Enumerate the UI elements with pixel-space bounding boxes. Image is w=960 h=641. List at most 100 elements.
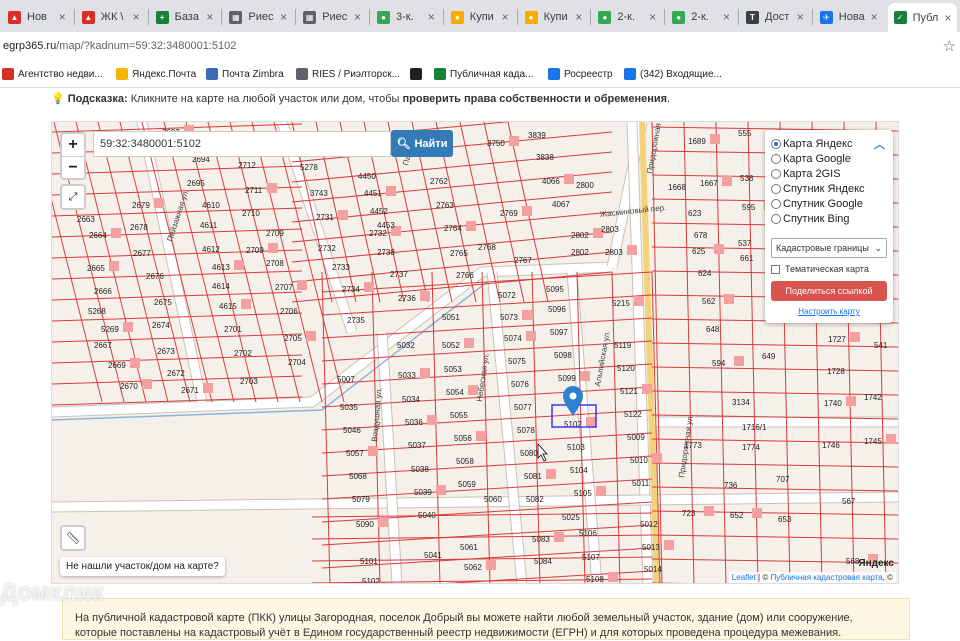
layer-option[interactable]: Карта Яндекс [771, 136, 887, 151]
building [522, 310, 532, 320]
radio-button[interactable] [771, 213, 781, 224]
layer-option[interactable]: Спутник Яндекс [771, 181, 887, 196]
radio-button[interactable] [771, 198, 781, 209]
browser-tab[interactable]: + База × [150, 4, 220, 30]
configure-map-link[interactable]: Настроить карту [771, 307, 887, 316]
radio-button[interactable] [771, 153, 781, 164]
bookmark-item[interactable]: Яндекс.Почта [116, 68, 196, 80]
close-tab-icon[interactable]: × [723, 10, 730, 24]
tab-title: 2-к. [617, 11, 636, 23]
zoom-out-button[interactable]: − [62, 156, 84, 178]
parcel-number: 2712 [238, 161, 256, 170]
parcel-number: 5102 [362, 577, 380, 584]
parcel-number: 4451 [364, 189, 382, 198]
parcel-number: 1667 [700, 179, 718, 188]
bookmark-star-icon[interactable]: ☆ [943, 37, 956, 55]
close-tab-icon[interactable]: × [59, 10, 66, 24]
bookmark-item[interactable]: Росреестр [548, 68, 613, 80]
bookmark-item[interactable]: RIES / Риэлторск... [296, 68, 400, 80]
browser-tab[interactable]: ✓ Публ × [887, 3, 958, 32]
chevron-up-icon[interactable]: ︿ [874, 136, 885, 152]
bookmark-item[interactable]: (342) Входящие... [624, 68, 722, 80]
parcel-number: 2695 [187, 179, 205, 188]
browser-tab[interactable]: ● 2-к. × [666, 4, 736, 30]
parcel-number: 5268 [88, 307, 106, 316]
parcel-number: 5084 [534, 557, 552, 566]
tab-separator [516, 9, 518, 25]
close-tab-icon[interactable]: × [797, 10, 804, 24]
share-link-button[interactable]: Поделиться ссылкой [771, 281, 887, 301]
tab-separator [295, 9, 297, 25]
close-tab-icon[interactable]: × [133, 10, 140, 24]
thematic-map-checkbox[interactable]: Тематическая карта [771, 264, 887, 274]
parcel-number: 2736 [398, 294, 416, 303]
layer-label: Карта Google [783, 152, 851, 165]
close-tab-icon[interactable]: × [575, 10, 582, 24]
bookmark-item[interactable]: Почта Zimbra [206, 68, 284, 80]
layer-option[interactable]: Спутник Bing [771, 211, 887, 226]
parcel-number: 1668 [668, 183, 686, 192]
not-found-button[interactable]: Не нашли участок/дом на карте? [60, 557, 225, 576]
fullscreen-icon[interactable]: ⤢ [60, 184, 86, 210]
parcel-number: 3743 [310, 189, 328, 198]
close-tab-icon[interactable]: × [280, 10, 287, 24]
radio-button[interactable] [771, 138, 781, 149]
url-text[interactable]: egrp365.ru/map/?kadnum=59:32:3480001:510… [3, 40, 236, 52]
bookmark-favicon-icon [624, 68, 636, 80]
close-tab-icon[interactable]: × [649, 10, 656, 24]
bookmark-label: Яндекс.Почта [132, 68, 197, 80]
browser-tab[interactable]: ▦ Риес × [297, 4, 367, 30]
cadastral-map[interactable]: 2693269526942679461027122711271027092709… [51, 121, 899, 584]
map-attribution: Leaflet | © Публичная кадастровая карта,… [728, 572, 896, 583]
search-button[interactable]: 🔍︎ Найти [391, 130, 453, 157]
checkbox-box[interactable] [771, 264, 780, 274]
parcel-number: 1746 [822, 441, 840, 450]
browser-tab[interactable]: ● 3-к. × [371, 4, 441, 30]
pkk-link[interactable]: Публичная кадастровая карта [770, 573, 882, 582]
browser-tab[interactable]: T Дост × [740, 4, 810, 30]
radio-button[interactable] [771, 183, 781, 194]
info-box: На публичной кадастровой карте (ПКК) ули… [62, 598, 910, 640]
tab-title: Публ [912, 11, 939, 24]
close-tab-icon[interactable]: × [206, 10, 213, 24]
parcel-number: 2800 [576, 181, 594, 190]
ruler-icon[interactable]: 📏︎ [60, 525, 86, 551]
browser-tab[interactable]: ● 2-к. × [592, 4, 662, 30]
leaflet-link[interactable]: Leaflet [732, 573, 756, 582]
browser-tab[interactable]: ▲ Нов × [2, 4, 72, 30]
cadastral-search-input[interactable]: 59:32:3480001:5102 [93, 131, 391, 157]
close-tab-icon[interactable]: × [944, 11, 951, 25]
browser-tab[interactable]: ▦ Риес × [223, 4, 293, 30]
browser-tab[interactable]: ● Купи × [519, 4, 589, 30]
building [627, 245, 637, 255]
bookmark-item[interactable]: Публичная када... [434, 68, 533, 80]
bookmark-label: Агентство недви... [18, 68, 103, 80]
close-tab-icon[interactable]: × [502, 10, 509, 24]
layer-option[interactable]: Карта 2GIS [771, 166, 887, 181]
bookmark-item[interactable] [410, 68, 426, 80]
building [378, 517, 388, 527]
layer-option[interactable]: Спутник Google [771, 196, 887, 211]
close-tab-icon[interactable]: × [428, 10, 435, 24]
browser-tab[interactable]: ▲ ЖК \ × [76, 4, 146, 30]
bookmark-item[interactable]: Агентство недви... [2, 68, 103, 80]
parcel-number: 4450 [358, 172, 376, 181]
close-tab-icon[interactable]: × [871, 10, 878, 24]
tab-title: 3-к. [396, 11, 414, 23]
parcel-number: 5278 [300, 163, 318, 172]
parcel-number: 2768 [478, 243, 496, 252]
parcel-number: 5108 [586, 575, 604, 584]
radio-button[interactable] [771, 168, 781, 179]
boundaries-select[interactable]: Кадастровые границы ⌄ [771, 238, 887, 258]
layer-option[interactable]: Карта Google [771, 151, 887, 166]
browser-tab[interactable]: ✈ Нова × [814, 4, 884, 30]
parcel-number: 2769 [500, 209, 518, 218]
parcel-number: 2802 [571, 248, 589, 257]
address-bar[interactable]: egrp365.ru/map/?kadnum=59:32:3480001:510… [0, 32, 960, 62]
browser-tab[interactable]: ● Купи × [445, 4, 515, 30]
bookmark-favicon-icon [2, 68, 14, 80]
close-tab-icon[interactable]: × [354, 10, 361, 24]
zoom-in-button[interactable]: + [62, 134, 84, 156]
parcel-number: 5075 [508, 357, 526, 366]
chevron-down-icon: ⌄ [874, 242, 882, 253]
